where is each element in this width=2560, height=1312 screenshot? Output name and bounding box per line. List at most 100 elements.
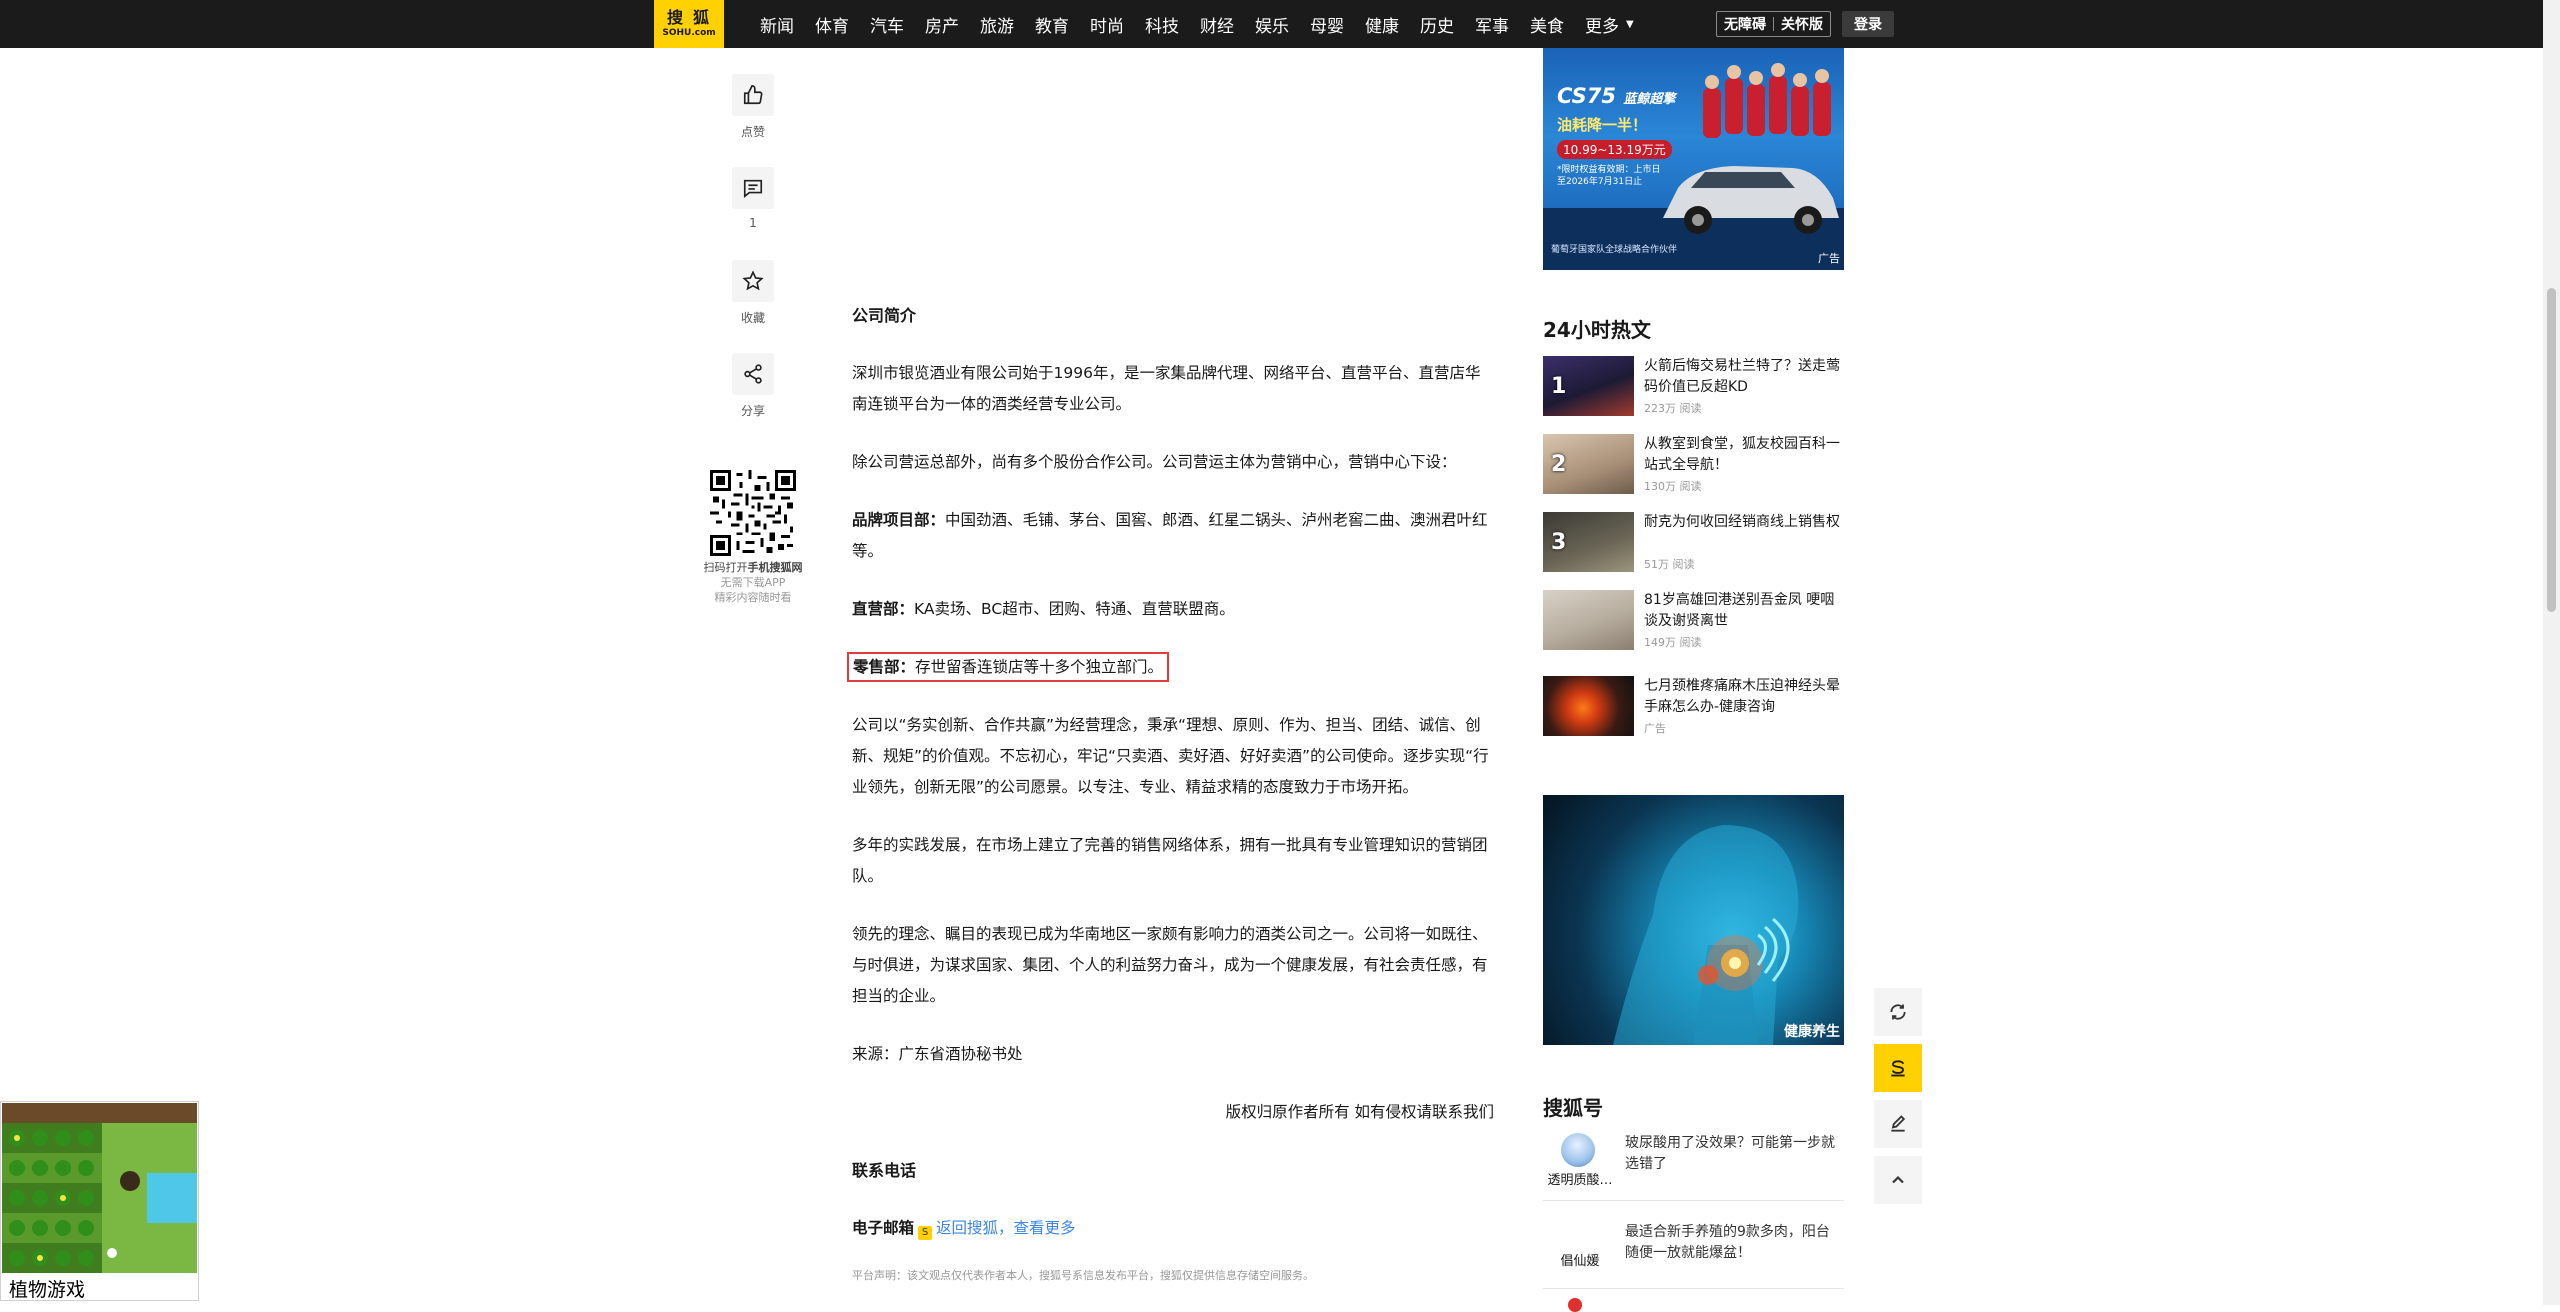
hot-article-item[interactable]: 3 耐克为何收回经销商线上销售权 51万 阅读 bbox=[1543, 512, 1844, 576]
retail-dept-text: 存世留香连锁店等十多个独立部门。 bbox=[915, 658, 1164, 676]
like-button[interactable] bbox=[732, 74, 774, 116]
comment-tool[interactable]: 1 bbox=[732, 167, 774, 230]
login-button[interactable]: 登录 bbox=[1842, 11, 1894, 37]
scrollbar-thumb[interactable] bbox=[2547, 288, 2556, 612]
nav-item-health[interactable]: 健康 bbox=[1365, 12, 1399, 37]
chevron-down-icon: ▼ bbox=[1626, 18, 1634, 30]
sohuhao-item[interactable]: 透明质酸… 玻尿酸用了没效果？可能第一步就选错了 bbox=[1543, 1133, 1844, 1195]
nav-item-food[interactable]: 美食 bbox=[1530, 12, 1564, 37]
comment-count: 1 bbox=[749, 216, 757, 230]
hot-article-meta: 广告 bbox=[1644, 722, 1666, 735]
hot-article-item[interactable]: 81岁高雄回港送别吾金凤 哽咽谈及谢贤离世 149万 阅读 bbox=[1543, 590, 1844, 654]
like-label: 点赞 bbox=[740, 125, 765, 139]
ad-model: CS75 bbox=[1557, 84, 1617, 108]
hot-article-thumbnail: 1 bbox=[1543, 356, 1634, 416]
hot-article-item[interactable]: 2 从教室到食堂，狐友校园百科一站式全导航！ 130万 阅读 bbox=[1543, 434, 1844, 498]
back-to-sohu-link[interactable]: 返回搜狐，查看更多 bbox=[936, 1219, 1076, 1237]
nav-item-fashion[interactable]: 时尚 bbox=[1090, 12, 1124, 37]
sohuhao-article-title[interactable]: 玻尿酸用了没效果？可能第一步就选错了 bbox=[1625, 1133, 1835, 1175]
sohuhao-article-title[interactable]: 最适合新手养殖的9款多肉，阳台随便一放就能爆盆！ bbox=[1625, 1222, 1835, 1264]
logo-domain: SOHU.com bbox=[662, 28, 716, 38]
qr-line1-bold: 手机搜狐网 bbox=[747, 561, 803, 574]
nav-item-education[interactable]: 教育 bbox=[1035, 12, 1069, 37]
nav-item-house[interactable]: 房产 bbox=[925, 12, 959, 37]
article-paragraph: 多年的实践发展，在市场上建立了完善的销售网络体系，拥有一批具有专业管理知识的营销… bbox=[852, 836, 1488, 885]
nav-item-baby[interactable]: 母婴 bbox=[1310, 12, 1344, 37]
divider bbox=[1543, 1200, 1844, 1201]
accessibility-button[interactable]: 无障碍 bbox=[1717, 14, 1773, 34]
hot-article-title[interactable]: 耐克为何收回经销商线上销售权 bbox=[1644, 512, 1844, 533]
nav-more-dropdown[interactable]: 更多 ▼ bbox=[1585, 12, 1634, 37]
hot-article-thumbnail bbox=[1543, 590, 1634, 650]
divider bbox=[1543, 1288, 1844, 1289]
back-to-top-button[interactable] bbox=[1874, 1156, 1922, 1204]
like-tool[interactable]: 点赞 bbox=[732, 74, 774, 140]
nav-item-tech[interactable]: 科技 bbox=[1145, 12, 1179, 37]
sohu-app-button[interactable] bbox=[1874, 1044, 1922, 1092]
nav-item-news[interactable]: 新闻 bbox=[760, 12, 794, 37]
qr-line3: 精彩内容随时看 bbox=[714, 591, 792, 604]
avatar[interactable] bbox=[1561, 1133, 1595, 1167]
nav-item-auto[interactable]: 汽车 bbox=[870, 12, 904, 37]
hot-article-thumbnail: 3 bbox=[1543, 512, 1634, 572]
email-line: 电子邮箱 S 返回搜狐，查看更多 bbox=[852, 1213, 1494, 1244]
direct-dept-label: 直营部： bbox=[852, 600, 915, 618]
qr-line1: 扫码打开 bbox=[703, 561, 748, 574]
game-thumbnail[interactable] bbox=[2, 1103, 197, 1273]
avatar[interactable] bbox=[1568, 1298, 1582, 1312]
ad-tag: 广告 bbox=[1818, 252, 1840, 265]
platform-disclaimer: 平台声明：该文观点仅代表作者本人，搜狐号系信息发布平台，搜狐仅提供信息存储空间服… bbox=[852, 1269, 1314, 1282]
nav-item-finance[interactable]: 财经 bbox=[1200, 12, 1234, 37]
sohuhao-author[interactable]: 透明质酸… bbox=[1543, 1169, 1617, 1188]
nav-item-history[interactable]: 历史 bbox=[1420, 12, 1454, 37]
sohuhao-author[interactable]: 倡仙媛 bbox=[1543, 1250, 1617, 1269]
section-heading-intro: 公司简介 bbox=[852, 306, 917, 325]
health-advertisement[interactable]: 健康养生 bbox=[1543, 795, 1844, 1045]
hot-article-meta: 130万 阅读 bbox=[1644, 480, 1702, 493]
favorite-button[interactable] bbox=[732, 260, 774, 302]
refresh-button[interactable] bbox=[1874, 988, 1922, 1036]
hot-rank-number: 1 bbox=[1551, 374, 1567, 399]
hot-article-item[interactable]: 七月颈椎疼痛麻木压迫神经头晕手麻怎么办-健康咨询 广告 bbox=[1543, 676, 1844, 740]
elder-mode-button[interactable]: 关怀版 bbox=[1774, 14, 1830, 34]
car-advertisement[interactable]: CS75 蓝鲸超擎 油耗降一半！ 10.99~13.19万元 *限时权益有效期：… bbox=[1543, 48, 1844, 270]
comment-button[interactable] bbox=[732, 167, 774, 209]
copyright-notice: 版权归原作者所有 如有侵权请联系我们 bbox=[1225, 1103, 1494, 1121]
hot-article-title[interactable]: 81岁高雄回港送别吾金凤 哽咽谈及谢贤离世 bbox=[1644, 590, 1844, 632]
hot-article-title[interactable]: 七月颈椎疼痛麻木压迫神经头晕手麻怎么办-健康咨询 bbox=[1644, 676, 1844, 718]
highlight-box: 零售部：存世留香连锁店等十多个独立部门。 bbox=[847, 652, 1170, 682]
hot-article-meta: 51万 阅读 bbox=[1644, 558, 1695, 571]
ad-price: 10.99~13.19万元 bbox=[1557, 140, 1672, 159]
feedback-button[interactable] bbox=[1874, 1100, 1922, 1148]
article-paragraph: 领先的理念、瞩目的表现已成为华南地区一家颇有影响力的酒类公司之一。公司将一如既往… bbox=[852, 925, 1488, 1005]
hot-article-thumbnail bbox=[1543, 676, 1634, 736]
share-label: 分享 bbox=[740, 404, 765, 418]
nav-item-travel[interactable]: 旅游 bbox=[980, 12, 1014, 37]
nav-item-entertainment[interactable]: 娱乐 bbox=[1255, 12, 1289, 37]
hot-article-title[interactable]: 从教室到食堂，狐友校园百科一站式全导航！ bbox=[1644, 434, 1844, 476]
sohu-logo[interactable]: 搜狐 SOHU.com bbox=[654, 0, 724, 48]
nav-item-sports[interactable]: 体育 bbox=[815, 12, 849, 37]
page-scrollbar[interactable] bbox=[2543, 0, 2560, 1305]
nav-more-label: 更多 bbox=[1585, 16, 1619, 37]
share-tool[interactable]: 分享 bbox=[732, 353, 774, 419]
edit-icon bbox=[1891, 1115, 1906, 1132]
hot-article-item[interactable]: 1 火箭后悔交易杜兰特了？送走莺码价值已反超KD 223万 阅读 bbox=[1543, 356, 1844, 420]
sohu-mini-icon: S bbox=[918, 1226, 933, 1240]
ad-bottom-line: 葡萄牙国家队全球战略合作伙伴 bbox=[1551, 245, 1678, 255]
hot-article-title[interactable]: 火箭后悔交易杜兰特了？送走莺码价值已反超KD bbox=[1644, 356, 1844, 398]
qr-caption: 扫码打开手机搜狐网 无需下载APP 精彩内容随时看 bbox=[690, 560, 816, 605]
hot-article-meta: 223万 阅读 bbox=[1644, 402, 1702, 415]
ad-headline: 油耗降一半！ bbox=[1557, 116, 1648, 134]
email-label: 电子邮箱 bbox=[852, 1219, 915, 1237]
share-button[interactable] bbox=[732, 353, 774, 395]
retail-dept-paragraph: 零售部：存世留香连锁店等十多个独立部门。 bbox=[847, 652, 1494, 683]
top-nav-bar: 搜狐 SOHU.com 新闻 体育 汽车 房产 旅游 教育 时尚 科技 财经 娱… bbox=[0, 0, 2560, 48]
article-paragraph: 除公司营运总部外，尚有多个股份合作公司。公司营运主体为营销中心，营销中心下设： bbox=[852, 453, 1457, 471]
ad-slogan-small: 蓝鲸超擎 bbox=[1623, 92, 1676, 107]
game-widget[interactable]: 植物游戏 bbox=[0, 1101, 199, 1301]
sohuhao-item[interactable]: 倡仙媛 最适合新手养殖的9款多肉，阳台随便一放就能爆盆！ bbox=[1543, 1222, 1844, 1284]
favorite-tool[interactable]: 收藏 bbox=[732, 260, 774, 326]
game-label[interactable]: 植物游戏 bbox=[9, 1275, 85, 1302]
nav-item-military[interactable]: 军事 bbox=[1475, 12, 1509, 37]
